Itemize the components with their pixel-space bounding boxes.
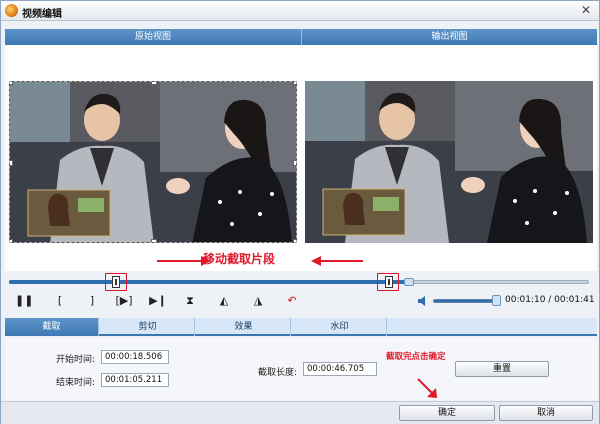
edit-tabs: 截取 剪切 效果 水印 [5,318,597,336]
original-video-frame[interactable] [9,81,297,243]
mark-in-icon: [ [57,294,63,307]
crop-handle-top-mid[interactable] [151,82,157,85]
length-field[interactable] [303,362,377,376]
next-frame-icon: [▶] [115,294,133,307]
title-bar: 视频编辑 ✕ [1,1,599,21]
undo-icon: ↶ [287,294,297,307]
start-time-field[interactable] [101,350,169,364]
end-time-label: 结束时间: [55,378,95,388]
trim-panel: 开始时间: 结束时间: 截取长度: 截取完点击确定 重置 [5,338,597,400]
start-time-label: 开始时间: [55,355,95,365]
ok-button[interactable]: 确定 [399,405,495,421]
split-icon: ⧗ [186,294,194,307]
tab-trim[interactable]: 截取 [5,318,99,336]
annotation-arrow-left-icon [311,256,363,266]
crop-handle-bottom-mid[interactable] [151,239,157,242]
reset-button[interactable]: 重置 [455,361,549,377]
length-label: 截取长度: [257,368,297,378]
skip-end-button[interactable]: ▶❙ [149,292,167,310]
crop-handle-bottom-right[interactable] [293,239,296,242]
mark-out-icon: ] [89,294,95,307]
skip-end-icon: ▶❙ [149,294,167,307]
playback-controls: ❚❚ [ ] [▶] ▶❙ ⧗ ◭ ◮ ↶ 00:01:10 / 00:01:4… [5,292,597,312]
cancel-button[interactable]: 取消 [499,405,593,421]
end-marker-highlight [377,273,399,291]
move-segment-annotation: 移动截取片段 [203,252,276,266]
split-button[interactable]: ⧗ [181,292,199,310]
tab-cut[interactable]: 剪切 [101,318,195,336]
close-icon: ✕ [580,3,592,17]
output-video-still [305,81,593,243]
start-marker-highlight [105,273,127,291]
crop-handle-top-left[interactable] [10,82,13,85]
next-frame-button[interactable]: [▶] [115,292,133,310]
tab-effects[interactable]: 效果 [197,318,291,336]
preview-area: 移动截取片段 [5,45,597,271]
confirm-hint-annotation: 截取完点击确定 [386,352,446,362]
crop-handle-mid-right[interactable] [293,160,296,166]
pause-icon: ❚❚ [15,294,34,307]
original-video-still [10,82,296,242]
timeline-playhead[interactable] [404,278,414,286]
crop-handle-mid-left[interactable] [10,160,13,166]
app-logo-icon [5,4,18,17]
volume-slider[interactable] [433,299,499,303]
volume-knob[interactable] [492,295,501,306]
end-time-field[interactable] [101,373,169,387]
window-title: 视频编辑 [22,9,62,20]
close-button[interactable]: ✕ [579,3,593,17]
tab-watermark[interactable]: 水印 [293,318,387,336]
mark-out-button[interactable]: ] [83,292,101,310]
timeline-progress [9,280,409,284]
time-readout: 00:01:10 / 00:01:41 [505,295,595,305]
crop-handle-bottom-left[interactable] [10,239,13,242]
annotation-arrow-down-icon [417,378,437,398]
rotate-right-button[interactable]: ◮ [249,292,267,310]
crop-handle-top-right[interactable] [293,82,296,85]
original-view-header: 原始视图 [5,29,301,45]
output-video-frame [305,81,593,243]
video-edit-window: 视频编辑 ✕ 原始视图 输出视图 移动截取片段 ❚❚ [] [▶] ▶❙ ⧗ … [0,0,600,424]
rotate-right-icon: ◮ [253,294,263,307]
dialog-footer: 确定 取消 [1,378,599,424]
rotate-left-icon: ◭ [219,294,229,307]
undo-button[interactable]: ↶ [283,292,301,310]
rotate-left-button[interactable]: ◭ [215,292,233,310]
volume-icon[interactable] [417,295,429,307]
mark-in-button[interactable]: [ [51,292,69,310]
timeline-slider[interactable] [5,273,597,291]
pause-button[interactable]: ❚❚ [15,292,33,310]
output-view-header: 输出视图 [301,29,597,45]
